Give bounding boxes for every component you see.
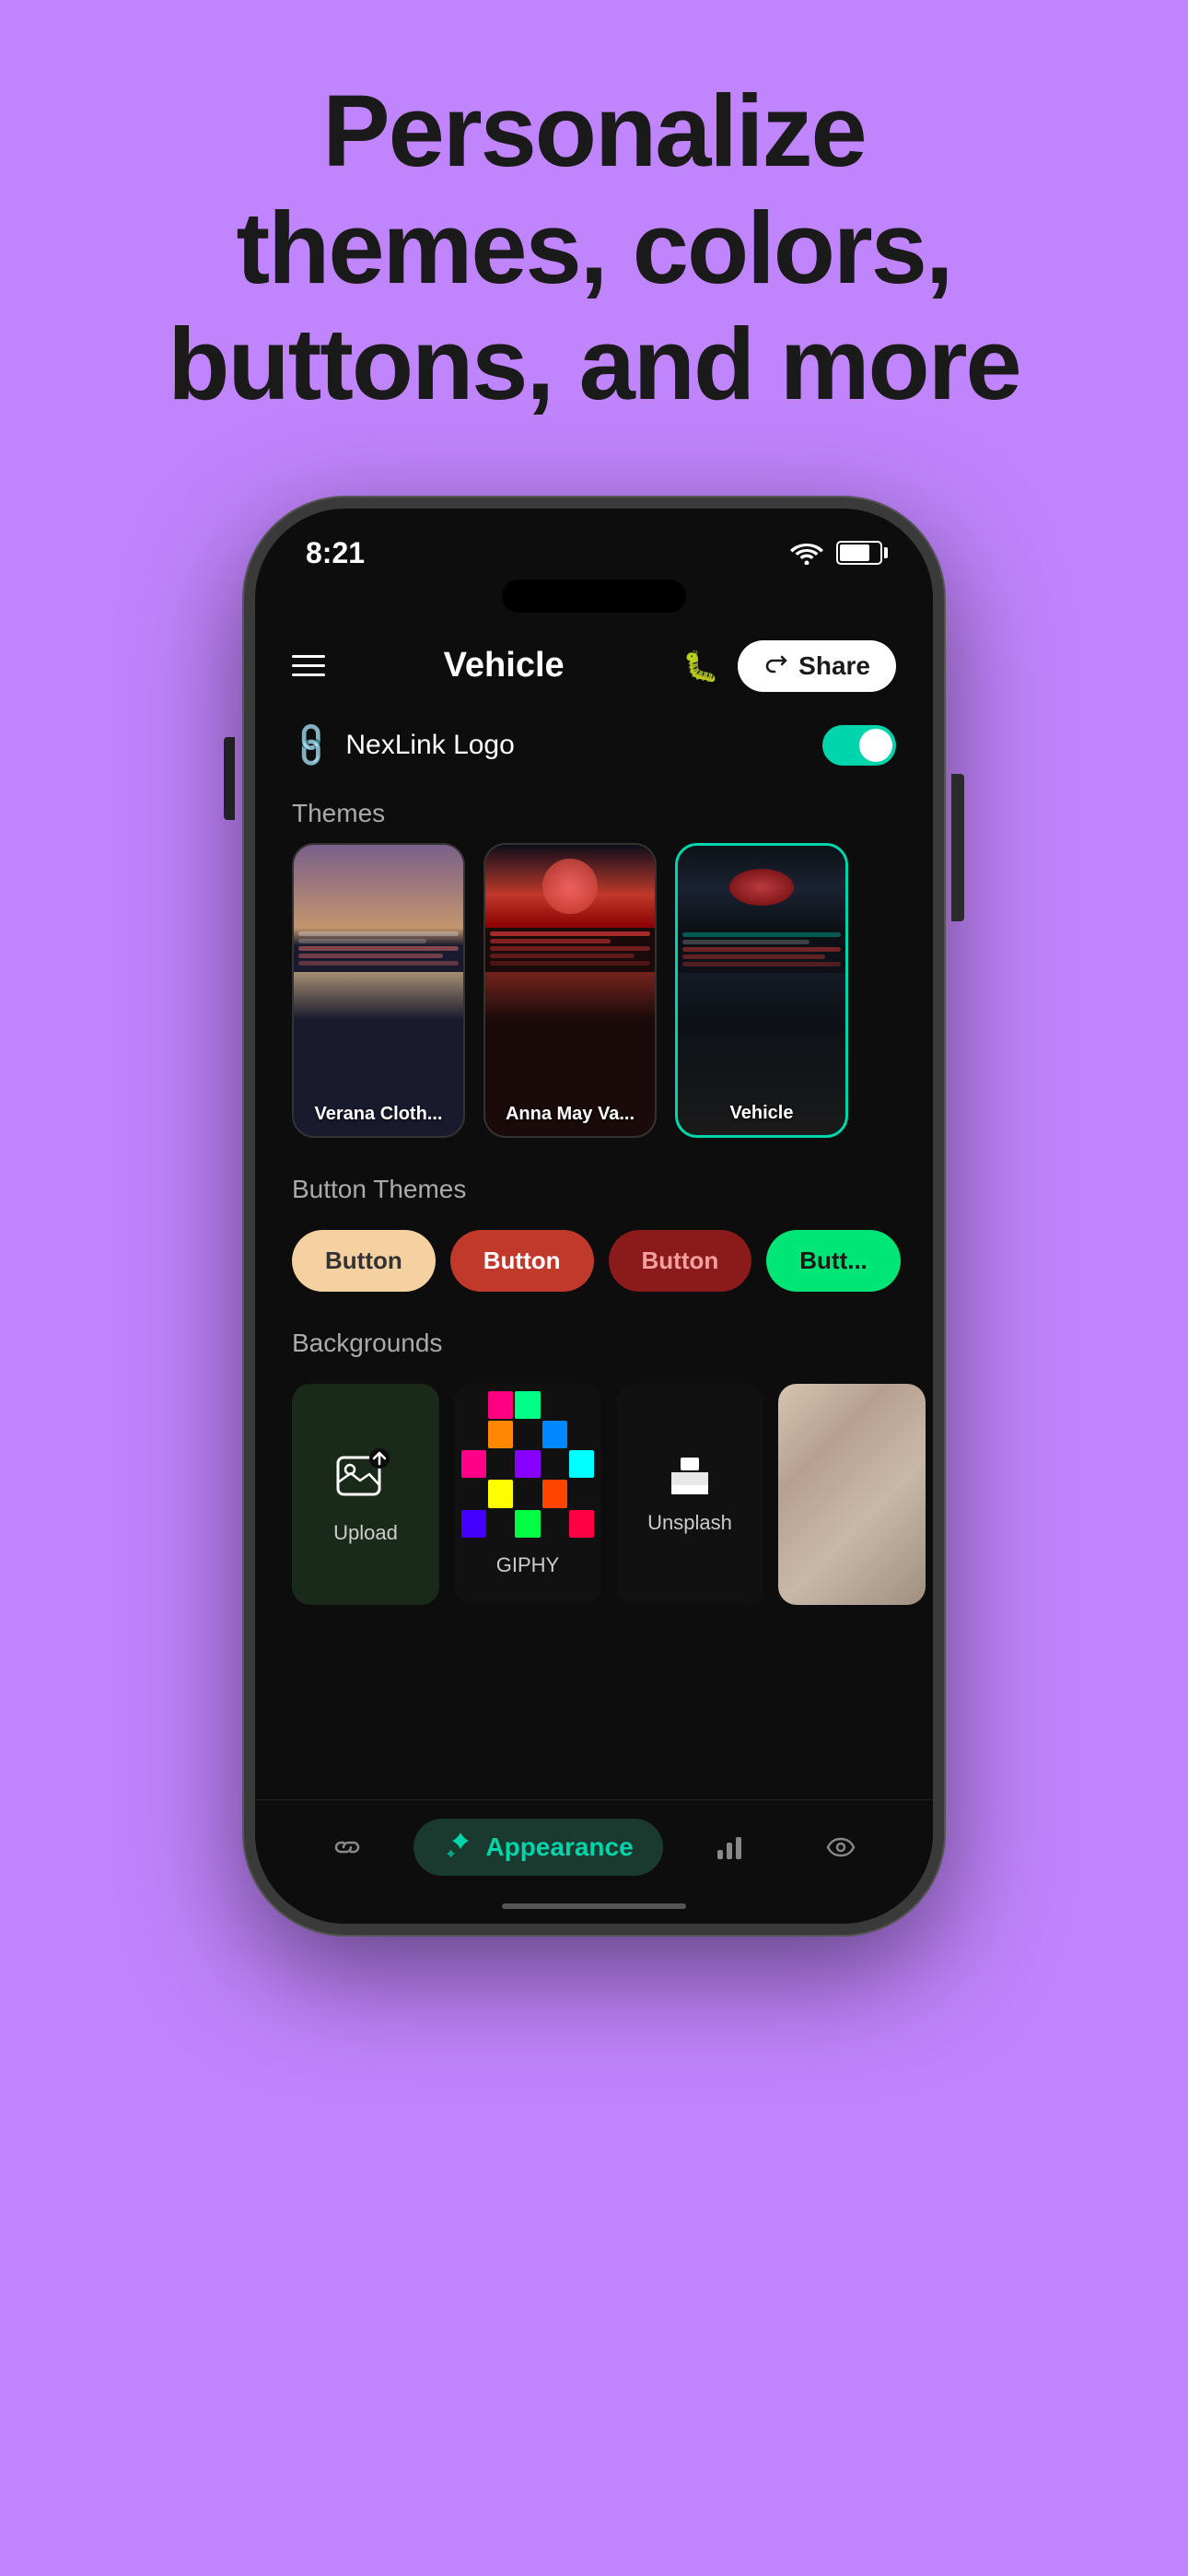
nexlink-left: 🔗 NexLink Logo [292, 727, 515, 764]
phone-mockup: 8:21 [244, 498, 944, 1935]
status-time: 8:21 [306, 536, 365, 570]
background-unsplash[interactable]: Unsplash [616, 1384, 763, 1605]
unsplash-label: Unsplash [647, 1511, 732, 1535]
giphy-label: GIPHY [496, 1553, 559, 1576]
phone-frame: 8:21 [244, 498, 944, 1935]
theme-label-vehicle: Vehicle [678, 1103, 845, 1124]
header-actions: 🐛 Share [682, 640, 896, 692]
upload-icon [333, 1444, 398, 1508]
eye-nav-icon [825, 1832, 856, 1863]
chart-nav-icon [714, 1832, 745, 1863]
button-themes-row: Button Button Button Butt... [255, 1219, 933, 1310]
nav-item-link[interactable] [302, 1819, 392, 1876]
themes-row: Verana Cloth... [255, 843, 933, 1156]
background-upload[interactable]: Upload [292, 1384, 439, 1605]
themes-section-label: Themes [255, 780, 933, 843]
nexlink-label: NexLink Logo [345, 730, 514, 761]
theme-card-vehicle[interactable]: Vehicle [675, 843, 848, 1138]
bottom-nav: Appearance [255, 1799, 933, 1903]
backgrounds-section-label: Backgrounds [255, 1310, 933, 1373]
theme-label-anna: Anna May Va... [485, 1104, 655, 1125]
theme-label-verana: Verana Cloth... [294, 1104, 463, 1125]
dynamic-island [502, 580, 686, 613]
wifi-icon [790, 541, 823, 565]
nexlink-row: 🔗 NexLink Logo [255, 710, 933, 780]
app-content: Vehicle 🐛 Share 🔗 [255, 631, 933, 1924]
home-indicator [502, 1903, 686, 1909]
button-theme-red[interactable]: Button [450, 1230, 594, 1292]
hero-section: Personalize themes, colors, buttons, and… [94, 74, 1093, 424]
phone-screen: 8:21 [255, 509, 933, 1924]
link-icon: 🔗 [285, 718, 338, 771]
button-theme-green[interactable]: Butt... [766, 1230, 901, 1292]
nav-item-appearance[interactable]: Appearance [413, 1819, 662, 1876]
appearance-nav-label: Appearance [485, 1832, 633, 1862]
upload-label: Upload [333, 1521, 398, 1545]
hero-title: Personalize themes, colors, buttons, and… [168, 74, 1019, 424]
status-icons [790, 541, 882, 565]
backgrounds-grid: Upload [255, 1373, 933, 1623]
unsplash-logo [668, 1454, 712, 1498]
page-title: Vehicle [444, 646, 565, 685]
share-icon [763, 653, 789, 679]
theme-card-verana[interactable]: Verana Cloth... [292, 843, 465, 1138]
battery-icon [836, 541, 882, 565]
status-bar: 8:21 [255, 509, 933, 580]
nav-item-eye[interactable] [796, 1819, 886, 1876]
menu-button[interactable] [292, 655, 325, 676]
bug-icon[interactable]: 🐛 [682, 649, 719, 684]
link-nav-icon [332, 1832, 363, 1863]
sparkle-nav-icon [443, 1832, 474, 1863]
button-themes-section-label: Button Themes [255, 1156, 933, 1219]
button-theme-dark-red[interactable]: Button [609, 1230, 752, 1292]
background-giphy[interactable]: GIPHY [454, 1384, 601, 1605]
theme-card-anna[interactable]: Anna May Va... [483, 843, 657, 1138]
button-theme-peach[interactable]: Button [292, 1230, 436, 1292]
nexlink-toggle[interactable] [822, 725, 896, 766]
app-header: Vehicle 🐛 Share [255, 631, 933, 710]
share-button[interactable]: Share [738, 640, 896, 692]
background-marble[interactable] [778, 1384, 926, 1605]
nav-item-chart[interactable] [684, 1819, 775, 1876]
